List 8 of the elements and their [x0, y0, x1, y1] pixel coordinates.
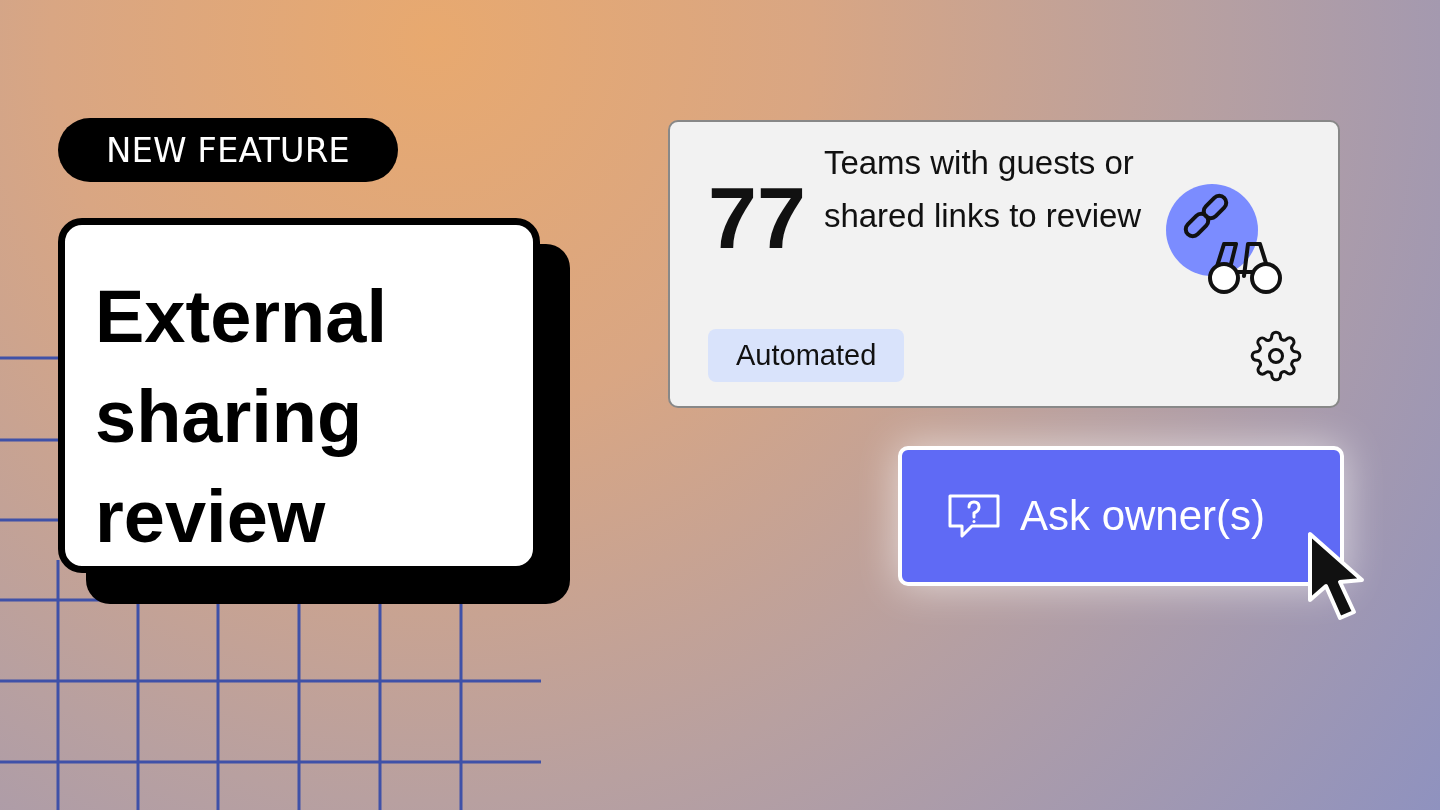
stat-description: Teams with guests or shared links to review	[823, 143, 1143, 236]
feature-badge: NEW FEATURE	[58, 118, 398, 182]
settings-icon[interactable]	[1250, 329, 1302, 382]
headline: External sharing review	[95, 274, 389, 560]
ask-owners-button[interactable]: Ask owner(s)	[898, 446, 1344, 586]
question-chat-icon	[946, 492, 1002, 540]
count-number: 77	[708, 174, 806, 262]
automated-tag: Automated	[708, 329, 905, 382]
